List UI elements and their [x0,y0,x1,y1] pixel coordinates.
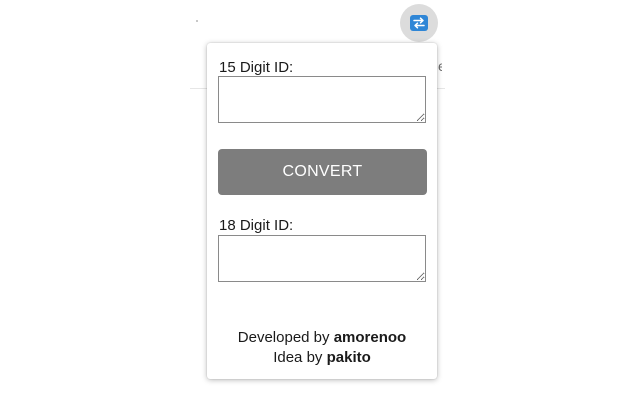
swap-arrows-icon [410,15,428,31]
background-divider [437,88,445,89]
convert-button[interactable]: CONVERT [218,149,427,195]
output-id-label: 18 Digit ID: [219,217,294,234]
browser-page: e 15 Digit ID: CONVERT 18 Digit ID: Deve… [0,0,640,400]
idea-credit-prefix: Idea by [273,349,323,366]
output-id-textarea[interactable] [218,235,426,282]
background-divider [190,88,208,89]
developer-credit: Developed by amorenoo [207,328,437,348]
background-text-fragment: e [438,60,442,72]
input-id-label: 15 Digit ID: [219,59,294,76]
background-dot [196,20,198,22]
extension-popup: 15 Digit ID: CONVERT 18 Digit ID: Develo… [207,43,437,379]
developer-credit-prefix: Developed by [237,329,330,346]
idea-author-name: pakito [326,349,371,366]
developer-name: amorenoo [333,329,407,346]
input-id-textarea[interactable] [218,76,426,123]
extension-toolbar-button[interactable] [400,4,438,42]
idea-credit: Idea by pakito [207,348,437,368]
